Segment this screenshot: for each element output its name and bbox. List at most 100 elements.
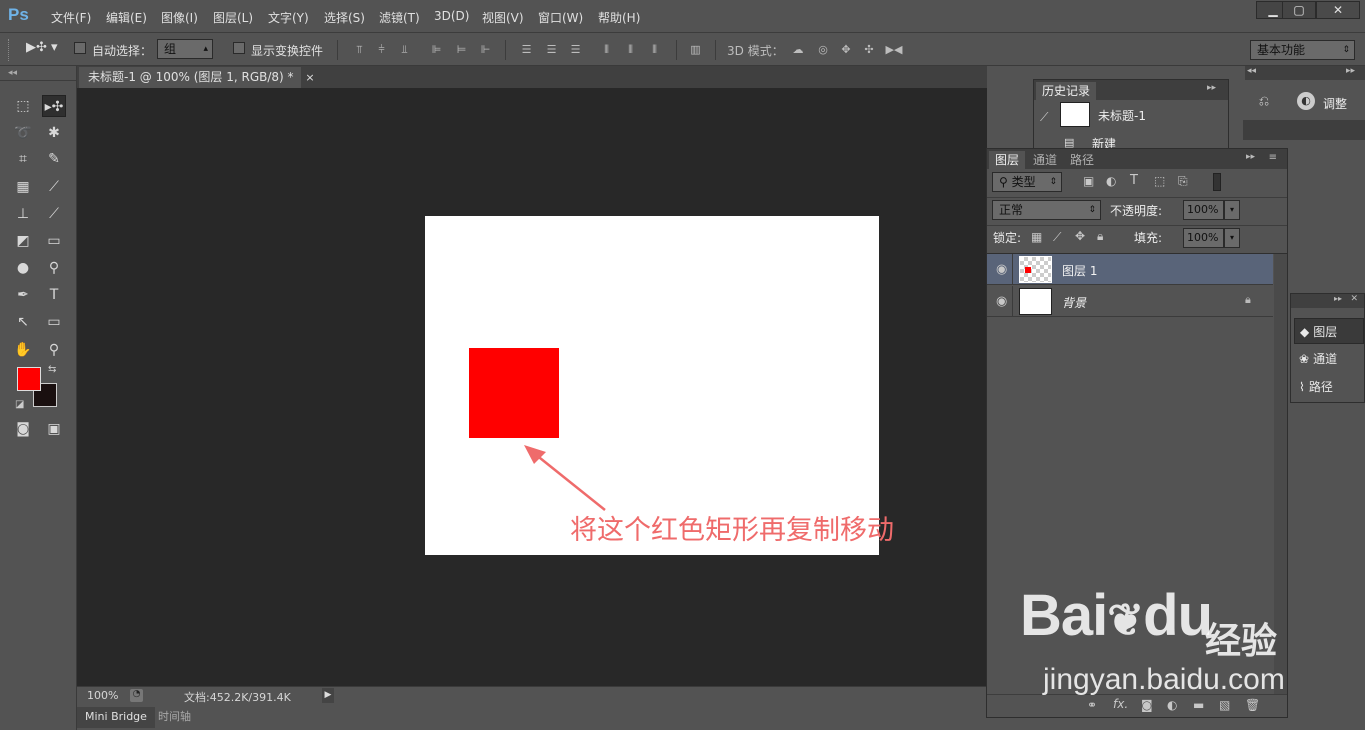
link-layers-icon[interactable]: ⚭ [1087,698,1097,712]
distribute-hcenter-icon[interactable]: ⦀ [624,44,637,56]
align-right-icon[interactable]: ⊩ [479,44,492,56]
menu-select[interactable]: 选择(S) [324,9,365,26]
fill-input[interactable]: 100% [1183,228,1224,248]
filter-shape-icon[interactable]: ⬚ [1154,174,1165,188]
distribute-right-icon[interactable]: ⦀ [648,44,661,56]
foreground-color-swatch[interactable] [17,367,41,391]
3d-slide-icon[interactable]: ✣ [861,44,877,56]
align-vcenter-icon[interactable]: ⫩ [375,44,388,56]
menu-filter[interactable]: 滤镜(T) [379,9,420,26]
opacity-input[interactable]: 100% [1183,200,1224,220]
layer-row-background[interactable]: ◉ 背景 🔒︎ [987,286,1273,317]
new-layer-icon[interactable]: ▧ [1219,698,1230,712]
zoom-level[interactable]: 100% [87,689,118,702]
tab-mini-bridge[interactable]: Mini Bridge [77,707,155,728]
show-transform-checkbox[interactable] [233,42,245,54]
align-bottom-icon[interactable]: ⫫ [398,44,411,56]
layer-filter-dropdown[interactable]: ⚲ 类型 ⇕ [992,172,1062,192]
quick-mask-icon[interactable]: ◙ [11,418,35,440]
layer-visibility-eye-icon[interactable]: ◉ [996,294,1007,309]
menu-file[interactable]: 文件(F) [51,9,91,26]
blend-mode-dropdown[interactable]: 正常 ⇕ [992,200,1101,220]
menu-window[interactable]: 窗口(W) [538,9,583,26]
move-tool-icon[interactable]: ▸✣ [42,95,66,117]
3d-pan-icon[interactable]: ✥ [838,44,854,56]
lock-all-icon[interactable]: 🔒︎ [1097,229,1103,244]
menu-type[interactable]: 文字(Y) [268,9,309,26]
dock-close-icon[interactable]: ✕ [1350,294,1358,304]
panel-collapse-icon[interactable]: ▸▸ [1246,152,1255,162]
adjustments-dock-item[interactable]: ◐ 调整 [1293,88,1365,116]
grip-handle[interactable] [8,39,10,61]
lasso-tool-icon[interactable]: ➰ [11,122,35,144]
blur-tool-icon[interactable]: ● [11,257,35,279]
menu-image[interactable]: 图像(I) [161,9,198,26]
lock-pixels-icon[interactable]: ⟋ [1053,230,1061,245]
marquee-tool-icon[interactable]: ⬚ [11,95,35,117]
filter-adjustment-icon[interactable]: ◐ [1106,174,1116,188]
3d-scale-icon[interactable]: ▶◀ [885,44,903,56]
eyedropper-tool-icon[interactable]: ✎ [42,148,66,170]
filter-toggle-switch[interactable] [1213,173,1221,191]
distribute-bottom-icon[interactable]: ☰ [569,44,582,56]
layer-name[interactable]: 图层 1 [1062,262,1097,279]
type-tool-icon[interactable]: T [42,284,66,306]
screen-mode-icon[interactable]: ▣ [42,418,66,440]
pen-tool-icon[interactable]: ✒ [11,284,35,306]
auto-select-checkbox[interactable] [74,42,86,54]
align-hcenter-icon[interactable]: ⊨ [455,44,468,56]
fill-dropdown-arrow-icon[interactable]: ▾ [1224,228,1240,248]
filter-pixel-icon[interactable]: ▣ [1083,174,1094,188]
dock-item-layers[interactable]: ◆ 图层 [1294,318,1364,344]
default-colors-icon[interactable]: ◪ [15,399,24,410]
filter-type-icon[interactable]: T [1130,173,1138,188]
layer-style-fx-icon[interactable]: fx. [1113,697,1128,711]
align-top-icon[interactable]: ⫪ [353,44,366,56]
new-adjustment-icon[interactable]: ◐ [1167,698,1177,712]
collapse-toolbox-icon[interactable]: ◂◂ [8,68,17,78]
healing-brush-tool-icon[interactable]: ▦ [11,176,35,198]
dock-item-channels[interactable]: ❀ 通道 [1294,346,1364,372]
zoom-tool-icon[interactable]: ⚲ [42,339,66,361]
menu-edit[interactable]: 编辑(E) [106,9,147,26]
filter-smart-object-icon[interactable]: ⎘ [1178,174,1188,189]
tab-paths[interactable]: 路径 [1064,151,1100,169]
3d-rotate-icon[interactable]: ☁ [789,44,807,56]
history-brush-source-icon[interactable]: ⟋ [1040,110,1048,125]
dock-expand-icon[interactable]: ▸▸ [1334,294,1342,303]
layer-name[interactable]: 背景 [1062,294,1086,311]
distribute-vcenter-icon[interactable]: ☰ [545,44,558,56]
brush-tool-icon[interactable]: ⟋ [42,176,66,198]
align-left-icon[interactable]: ⊫ [430,44,443,56]
tab-timeline[interactable]: 时间轴 [150,707,199,728]
layer-visibility-eye-icon[interactable]: ◉ [996,262,1007,277]
tab-layers[interactable]: 图层 [989,151,1026,169]
status-info-icon[interactable]: ◔ [130,689,143,702]
opacity-dropdown-arrow-icon[interactable]: ▾ [1224,200,1240,220]
add-mask-icon[interactable]: ◙ [1141,698,1153,712]
history-snapshot-thumb[interactable] [1060,102,1090,127]
menu-3d[interactable]: 3D(D) [434,9,469,23]
clone-stamp-tool-icon[interactable]: ⊥ [11,203,35,225]
auto-align-icon[interactable]: ▥ [689,44,702,56]
document-tab[interactable]: 未标题-1 @ 100% (图层 1, RGB/8) * × [79,67,315,88]
3d-roll-icon[interactable]: ◎ [815,44,831,56]
close-button[interactable]: ✕ [1316,1,1360,19]
panel-collapse-icon[interactable]: ▸▸ [1207,83,1216,93]
distribute-left-icon[interactable]: ⦀ [600,44,613,56]
red-rectangle-layer[interactable] [469,348,559,438]
move-tool-preset-icon[interactable]: ▶✣ ▾ [26,40,66,60]
tab-channels[interactable]: 通道 [1027,151,1063,169]
delete-layer-icon[interactable]: 🗑︎ [1245,698,1260,712]
menu-help[interactable]: 帮助(H) [598,9,640,26]
dock-collapse-icon[interactable]: ▸▸ [1346,66,1355,76]
workspace-dropdown[interactable]: 基本功能 ⇕ [1250,40,1355,60]
restore-button[interactable]: ▢ [1282,1,1316,19]
history-snapshot-label[interactable]: 未标题-1 [1098,107,1146,124]
menu-view[interactable]: 视图(V) [482,9,524,26]
history-dock-icon[interactable]: ⎌ [1249,88,1279,116]
magic-wand-tool-icon[interactable]: ✱ [42,122,66,144]
layer-row-layer1[interactable]: ◉ 图层 1 [987,254,1273,285]
menu-layer[interactable]: 图层(L) [213,9,253,26]
status-menu-arrow-icon[interactable]: ▶ [322,688,334,703]
